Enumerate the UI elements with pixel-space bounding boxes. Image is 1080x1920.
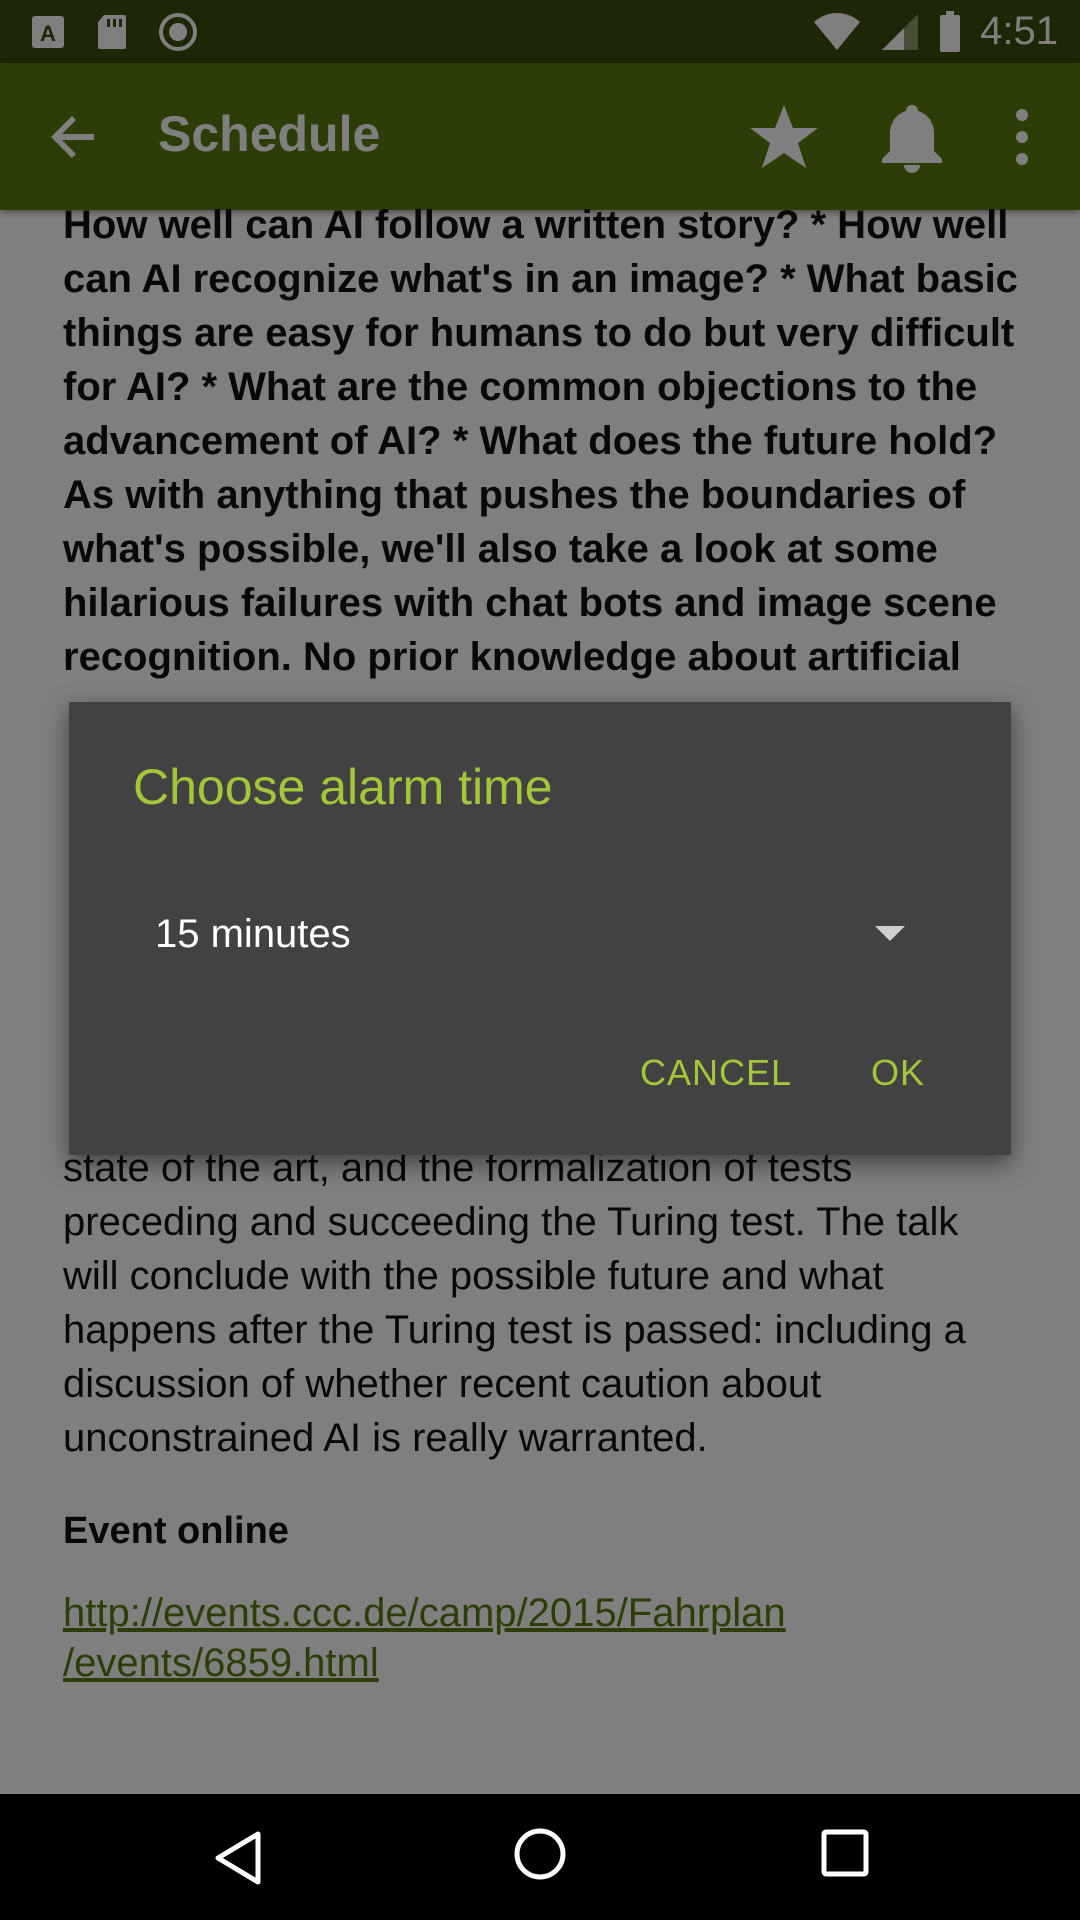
nav-recents-icon[interactable] — [820, 1828, 870, 1878]
dropdown-arrow-icon — [875, 926, 905, 941]
dialog-title: Choose alarm time — [133, 759, 553, 815]
nav-home-icon[interactable] — [512, 1826, 568, 1882]
cancel-button[interactable]: CANCEL — [640, 1052, 792, 1094]
ok-button[interactable]: OK — [871, 1052, 925, 1094]
nav-back-icon[interactable] — [210, 1828, 266, 1888]
alarm-time-spinner[interactable]: 15 minutes — [133, 882, 949, 982]
system-nav-bar — [0, 1794, 1080, 1920]
alarm-time-dialog: Choose alarm time 15 minutes CANCEL OK — [69, 702, 1011, 1155]
spinner-selected-value: 15 minutes — [155, 912, 351, 956]
